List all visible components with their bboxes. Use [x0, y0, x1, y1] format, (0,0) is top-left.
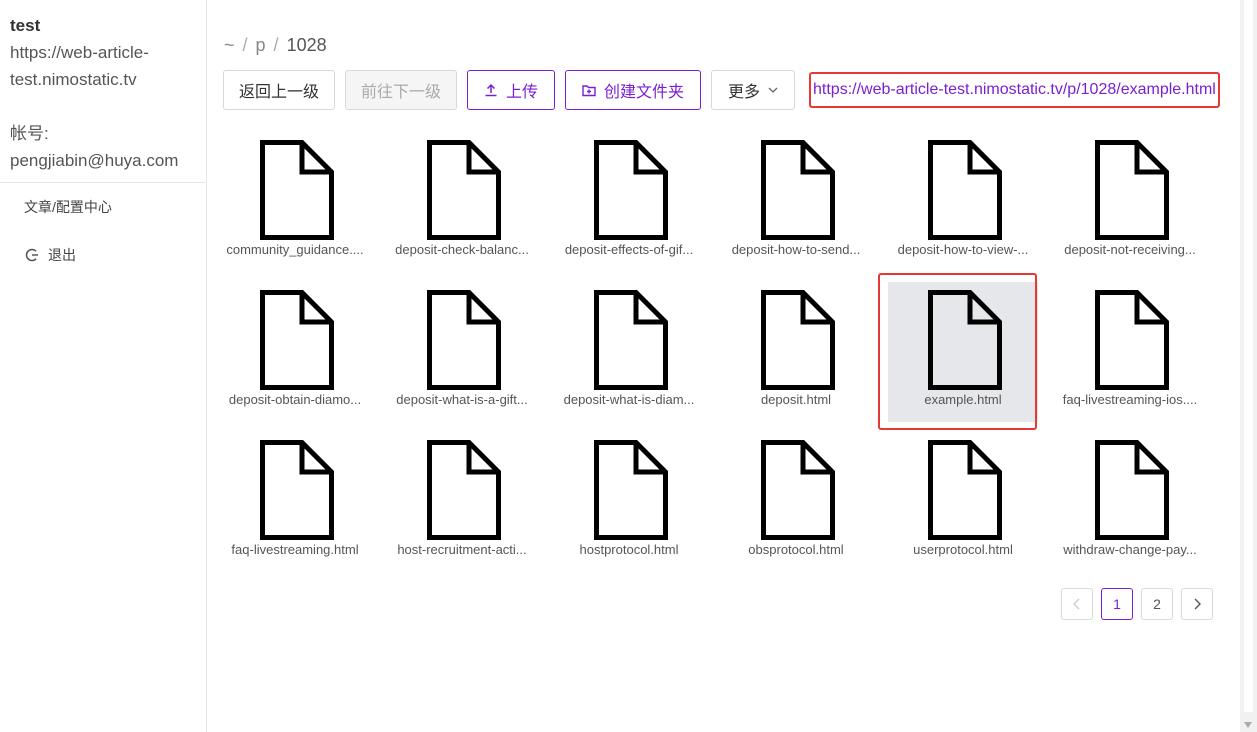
file-name: deposit.html — [760, 392, 832, 407]
sidebar-item-label: 文章/配置中心 — [24, 199, 112, 215]
file-icon — [260, 440, 334, 540]
file-tile[interactable]: faq-livestreaming-ios.... — [1055, 282, 1205, 422]
file-tile[interactable]: host-recruitment-acti... — [387, 432, 537, 572]
main-panel: ~ / p / 1028 返回上一级 前往下一级 上传 创建文件夹 更多 htt… — [207, 0, 1240, 732]
vertical-scrollbar[interactable] — [1240, 0, 1257, 732]
file-icon — [427, 140, 501, 240]
prev-page-button[interactable] — [1061, 588, 1093, 620]
file-tile[interactable]: deposit-what-is-diam... — [554, 282, 704, 422]
file-tile[interactable]: deposit-what-is-a-gift... — [387, 282, 537, 422]
breadcrumb-root[interactable]: ~ — [224, 35, 235, 56]
pagination: 1 2 — [1061, 588, 1213, 620]
breadcrumb-separator: / — [273, 35, 279, 55]
page-button-2[interactable]: 2 — [1141, 588, 1173, 620]
file-name: deposit-not-receiving... — [1064, 242, 1196, 257]
file-icon — [1095, 440, 1169, 540]
forward-button[interactable]: 前往下一级 — [345, 70, 457, 110]
file-name: deposit-how-to-send... — [731, 242, 861, 257]
breadcrumb: ~ / p / 1028 — [224, 35, 327, 56]
file-name: withdraw-change-pay... — [1063, 542, 1197, 557]
sidebar: test https://web-article- test.nimostati… — [0, 0, 207, 732]
chevron-right-icon — [1194, 598, 1201, 610]
file-tile[interactable]: userprotocol.html — [888, 432, 1038, 572]
file-name: host-recruitment-acti... — [397, 542, 527, 557]
file-tile[interactable]: deposit-how-to-view-... — [888, 132, 1038, 272]
file-url-link[interactable]: https://web-article-test.nimostatic.tv/p… — [809, 72, 1220, 108]
sidebar-info: test https://web-article- test.nimostati… — [0, 0, 206, 174]
site-url-line2: test.nimostatic.tv — [10, 70, 137, 89]
upload-icon — [484, 83, 498, 97]
upload-label: 上传 — [505, 84, 538, 101]
scrollbar-thumb[interactable] — [1244, 0, 1253, 712]
file-icon — [928, 140, 1002, 240]
file-icon — [427, 290, 501, 390]
file-tile[interactable]: deposit.html — [721, 282, 871, 422]
file-name: userprotocol.html — [913, 542, 1013, 557]
file-tile[interactable]: deposit-how-to-send... — [721, 132, 871, 272]
site-url-line1: https://web-article- — [10, 43, 149, 62]
file-icon — [594, 140, 668, 240]
chevron-left-icon — [1073, 598, 1080, 610]
file-name: community_guidance.... — [226, 242, 364, 257]
upload-button[interactable]: 上传 — [467, 70, 555, 110]
more-label: 更多 — [727, 84, 760, 101]
file-icon — [761, 290, 835, 390]
file-icon — [761, 140, 835, 240]
file-url-text[interactable]: https://web-article-test.nimostatic.tv/p… — [813, 81, 1216, 99]
file-tile[interactable]: withdraw-change-pay... — [1055, 432, 1205, 572]
file-name: hostprotocol.html — [579, 542, 679, 557]
account-value: pengjiabin@huya.com — [10, 151, 179, 170]
file-tile[interactable]: hostprotocol.html — [554, 432, 704, 572]
file-icon — [1095, 290, 1169, 390]
new-folder-label: 创建文件夹 — [603, 84, 684, 101]
file-name: faq-livestreaming.html — [231, 542, 359, 557]
file-tile[interactable]: deposit-effects-of-gif... — [554, 132, 704, 272]
sidebar-item-label: 退出 — [48, 247, 76, 263]
new-folder-button[interactable]: 创建文件夹 — [565, 70, 701, 110]
file-icon — [1095, 140, 1169, 240]
breadcrumb-p[interactable]: p — [256, 35, 266, 56]
file-icon — [928, 440, 1002, 540]
sidebar-item-logout[interactable]: 退出 — [0, 231, 206, 279]
page-button-1[interactable]: 1 — [1101, 588, 1133, 620]
file-tile[interactable]: obsprotocol.html — [721, 432, 871, 572]
site-title: test — [10, 16, 41, 35]
file-tile[interactable]: faq-livestreaming.html — [220, 432, 370, 572]
selection-highlight — [878, 273, 1037, 430]
sidebar-menu: 文章/配置中心 退出 — [0, 183, 206, 279]
file-icon — [427, 440, 501, 540]
folder-add-icon — [582, 84, 596, 97]
breadcrumb-separator: / — [242, 35, 248, 55]
sidebar-item-article-config[interactable]: 文章/配置中心 — [0, 183, 206, 231]
file-icon — [594, 440, 668, 540]
file-tile[interactable]: community_guidance.... — [220, 132, 370, 272]
file-name: deposit-obtain-diamo... — [228, 392, 362, 407]
back-button[interactable]: 返回上一级 — [223, 70, 335, 110]
file-name: deposit-how-to-view-... — [897, 242, 1029, 257]
scroll-down-arrow[interactable] — [1244, 722, 1252, 728]
file-icon — [594, 290, 668, 390]
more-dropdown[interactable]: 更多 — [711, 70, 795, 110]
file-tile[interactable]: deposit-check-balanc... — [387, 132, 537, 272]
chevron-down-icon — [768, 87, 778, 93]
file-icon — [260, 290, 334, 390]
logout-icon — [24, 248, 40, 262]
file-name: obsprotocol.html — [748, 542, 844, 557]
file-icon — [260, 140, 334, 240]
toolbar: 返回上一级 前往下一级 上传 创建文件夹 更多 https://web-arti… — [223, 70, 1220, 110]
file-name: faq-livestreaming-ios.... — [1062, 392, 1198, 407]
file-tile[interactable]: deposit-obtain-diamo... — [220, 282, 370, 422]
file-name: deposit-what-is-a-gift... — [396, 392, 528, 407]
file-name: deposit-check-balanc... — [395, 242, 529, 257]
file-icon — [761, 440, 835, 540]
file-tile[interactable]: deposit-not-receiving... — [1055, 132, 1205, 272]
next-page-button[interactable] — [1181, 588, 1213, 620]
file-name: deposit-effects-of-gif... — [564, 242, 694, 257]
breadcrumb-current: 1028 — [286, 35, 327, 55]
account-label: 帐号: — [10, 124, 49, 143]
file-name: deposit-what-is-diam... — [563, 392, 695, 407]
